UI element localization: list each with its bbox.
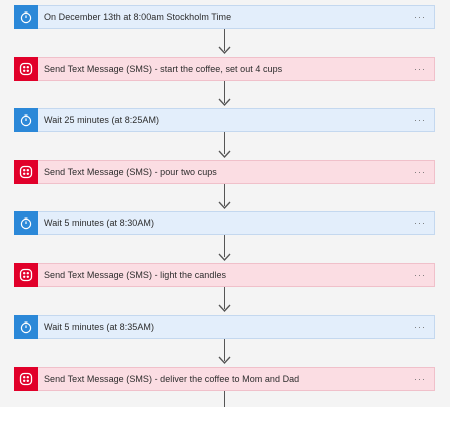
sms-icon	[14, 367, 38, 391]
more-options-icon[interactable]: ···	[410, 64, 430, 74]
more-options-icon[interactable]: ···	[410, 167, 430, 177]
step-label: Wait 5 minutes (at 8:35AM)	[44, 322, 155, 332]
arrow-down-icon	[218, 304, 231, 312]
arrow-down-icon	[218, 201, 231, 209]
step-card-wait[interactable]: Wait 25 minutes (at 8:25AM) ···	[14, 108, 435, 132]
step-card-sms[interactable]: Send Text Message (SMS) - deliver the co…	[14, 367, 435, 391]
connector-line	[224, 391, 225, 407]
arrow-down-icon	[218, 150, 231, 158]
flow-canvas: On December 13th at 8:00am Stockholm Tim…	[0, 0, 450, 407]
step-label: Send Text Message (SMS) - light the cand…	[44, 270, 227, 280]
arrow-down-icon	[218, 356, 231, 364]
step-label: Send Text Message (SMS) - deliver the co…	[44, 374, 300, 384]
step-label: Wait 5 minutes (at 8:30AM)	[44, 218, 155, 228]
stopwatch-icon	[14, 315, 38, 339]
step-card-trigger[interactable]: On December 13th at 8:00am Stockholm Tim…	[14, 5, 435, 29]
step-card-sms[interactable]: Send Text Message (SMS) - light the cand…	[14, 263, 435, 287]
more-options-icon[interactable]: ···	[410, 322, 430, 332]
stopwatch-icon	[14, 211, 38, 235]
step-label: Wait 25 minutes (at 8:25AM)	[44, 115, 160, 125]
more-options-icon[interactable]: ···	[410, 12, 430, 22]
sms-icon	[14, 57, 38, 81]
step-label: On December 13th at 8:00am Stockholm Tim…	[44, 12, 232, 22]
step-label: Send Text Message (SMS) - start the coff…	[44, 64, 283, 74]
stopwatch-icon	[14, 5, 38, 29]
more-options-icon[interactable]: ···	[410, 115, 430, 125]
step-card-sms[interactable]: Send Text Message (SMS) - pour two cups …	[14, 160, 435, 184]
more-options-icon[interactable]: ···	[410, 374, 430, 384]
arrow-down-icon	[218, 46, 231, 54]
more-options-icon[interactable]: ···	[410, 270, 430, 280]
step-card-wait[interactable]: Wait 5 minutes (at 8:35AM) ···	[14, 315, 435, 339]
sms-icon	[14, 263, 38, 287]
step-label: Send Text Message (SMS) - pour two cups	[44, 167, 217, 177]
arrow-down-icon	[218, 253, 231, 261]
step-card-sms[interactable]: Send Text Message (SMS) - start the coff…	[14, 57, 435, 81]
stopwatch-icon	[14, 108, 38, 132]
more-options-icon[interactable]: ···	[410, 218, 430, 228]
arrow-down-icon	[218, 98, 231, 106]
sms-icon	[14, 160, 38, 184]
step-card-wait[interactable]: Wait 5 minutes (at 8:30AM) ···	[14, 211, 435, 235]
